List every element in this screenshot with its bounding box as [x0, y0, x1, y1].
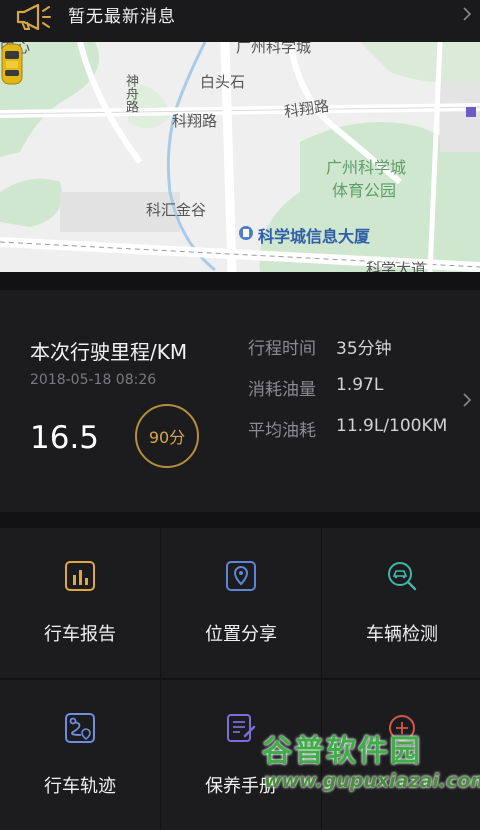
grid-item-label: 行车轨迹 [44, 776, 116, 797]
drive-score-badge: 90分 [135, 404, 199, 468]
maintenance-manual-icon [227, 714, 256, 742]
grid-item-driving-report[interactable]: 行车报告 [0, 528, 160, 678]
grid-item-driving-track[interactable]: 行车轨迹 [0, 680, 160, 830]
map-view[interactable]: 中心 广州科学城 白头石 神舟路 科翔路 科翔路 广州科学城 体育公园 科汇金谷… [0, 42, 480, 272]
trip-date: 2018-05-18 08:26 [30, 372, 157, 388]
trip-summary-panel[interactable]: 本次行驶里程/KM 2018-05-18 08:26 16.5 90分 行程时间… [0, 290, 480, 512]
stat-value: 11.9L/100KM [336, 416, 448, 436]
grid-item-location-share[interactable]: 位置分享 [161, 528, 321, 678]
stat-value: 1.97L [336, 375, 384, 395]
stat-avg-fuel: 平均油耗 11.9L/100KM [248, 416, 447, 441]
drive-score-value: 90分 [148, 428, 186, 447]
location-share-icon [226, 561, 256, 591]
map-label-park-line1: 广州科学城 [326, 158, 407, 177]
map-label-kehui: 科汇金谷 [146, 201, 207, 219]
chevron-right-icon [463, 393, 472, 407]
grid-item-label: 行车报告 [44, 624, 116, 645]
notice-text: 暂无最新消息 [68, 7, 176, 27]
notice-bar[interactable]: 暂无最新消息 [0, 0, 480, 42]
grid-item-label: 位置分享 [205, 624, 277, 645]
map-label-shenzhou-road: 神舟路 [123, 74, 138, 113]
grid-item-label: 车辆检测 [366, 624, 438, 645]
trip-distance-value: 16.5 [30, 420, 100, 456]
grid-item-vehicle-check[interactable]: 车辆检测 [322, 528, 480, 678]
watermark-title: 谷普软件园 [262, 734, 422, 769]
report-chart-icon [65, 561, 95, 591]
map-label-building: 科学城信息大厦 [258, 227, 371, 246]
route-track-icon [65, 713, 95, 743]
car-marker-icon [1, 43, 23, 85]
megaphone-icon [16, 3, 51, 31]
map-label-park-line2: 体育公园 [332, 181, 397, 200]
watermark-url: www.gupuxiazai.com [264, 770, 480, 792]
stat-label: 消耗油量 [248, 380, 316, 400]
stat-trip-time: 行程时间 35分钟 [248, 334, 392, 359]
watermark: 谷普软件园 www.gupuxiazai.com [262, 726, 480, 798]
map-label-kexiang-road-left: 科翔路 [172, 112, 218, 130]
map-label-top: 广州科学城 [236, 42, 312, 56]
stat-fuel-used: 消耗油量 1.97L [248, 375, 383, 400]
chevron-right-icon [463, 7, 472, 21]
trip-title: 本次行驶里程/KM [30, 340, 188, 364]
stat-label: 行程时间 [248, 339, 316, 359]
car-inspect-icon [388, 562, 417, 591]
map-label-kexue-ave: 科学大道 [366, 260, 427, 272]
stat-label: 平均油耗 [248, 421, 316, 441]
stat-value: 35分钟 [336, 339, 392, 359]
map-label-baitoushi: 白头石 [200, 73, 246, 91]
